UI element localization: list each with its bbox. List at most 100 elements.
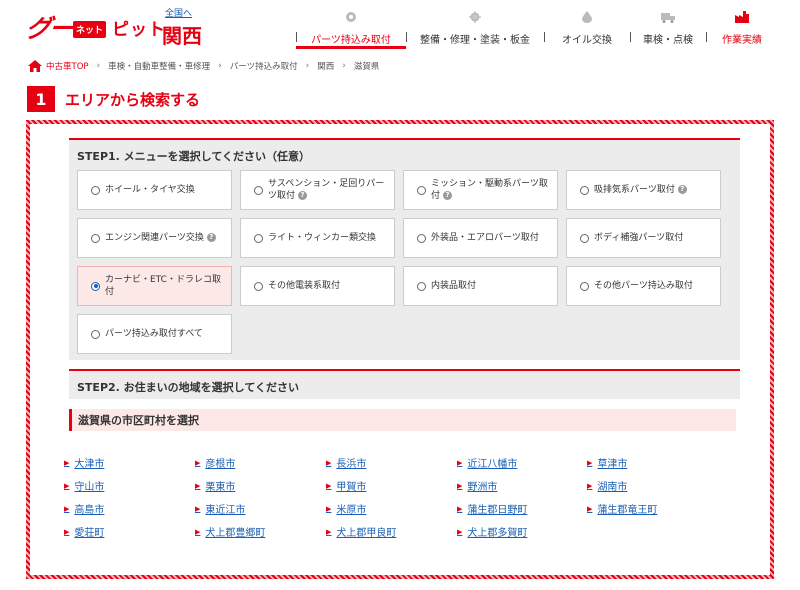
- city-link[interactable]: ▶ 長浜市: [326, 455, 367, 471]
- option-label: カーナビ・ETC・ドラレコ取付: [105, 274, 221, 297]
- city-name: 蒲生郡日野町: [467, 505, 528, 516]
- radio-button[interactable]: [254, 281, 263, 291]
- radio-button[interactable]: [91, 185, 100, 195]
- help-icon[interactable]: ?: [206, 233, 216, 242]
- menu-option-other-parts[interactable]: その他パーツ持込み取付: [566, 266, 721, 306]
- main-nav: パーツ持込み取付 整備・修理・塗装・板金 オイル交換 車検・点検 作業実績: [296, 8, 778, 49]
- breadcrumb-top[interactable]: 中古車TOP: [46, 60, 89, 72]
- radio-button[interactable]: [254, 233, 263, 243]
- chevron-right-icon: ›: [96, 61, 101, 71]
- area-search-panel: STEP1. メニューを選択してください（任意） ホイール・タイヤ交換 サスペン…: [26, 120, 774, 579]
- radio-button[interactable]: [417, 233, 426, 243]
- option-text: エンジン関連パーツ交換: [105, 232, 204, 243]
- city-link[interactable]: ▶ 甲賀市: [326, 478, 366, 494]
- arrow-right-icon: ▶: [64, 527, 70, 536]
- arrow-right-icon: ▶: [457, 504, 463, 513]
- radio-button[interactable]: [417, 281, 426, 291]
- menu-option-wheel-tire[interactable]: ホイール・タイヤ交換: [77, 170, 232, 210]
- section-number-badge: 1: [27, 86, 55, 112]
- nav-repair[interactable]: 整備・修理・塗装・板金: [406, 8, 544, 48]
- city-name: 栗東市: [205, 482, 236, 493]
- arrow-right-icon: ▶: [326, 458, 332, 467]
- help-icon[interactable]: ?: [443, 191, 453, 200]
- city-name: 米原市: [336, 505, 367, 516]
- step1-title: STEP1. メニューを選択してください（任意）: [77, 150, 311, 163]
- radio-button[interactable]: [91, 329, 100, 339]
- city-link[interactable]: ▶ 草津市: [587, 455, 628, 471]
- option-label: ボディ補強パーツ取付: [594, 232, 684, 243]
- city-link[interactable]: ▶ 大津市: [64, 455, 104, 471]
- breadcrumb: 中古車TOP › 車検・自動車整備・車修理 › パーツ持込み取付 › 関西 › …: [28, 59, 379, 73]
- breadcrumb-maintenance[interactable]: 車検・自動車整備・車修理: [108, 60, 210, 72]
- oil-drop-icon: [580, 10, 594, 24]
- option-label: ホイール・タイヤ交換: [105, 184, 195, 195]
- chevron-right-icon: ›: [305, 61, 310, 71]
- arrow-right-icon: ▶: [195, 504, 201, 513]
- city-link[interactable]: ▶ 野洲市: [457, 478, 498, 494]
- goo-net-pit-logo[interactable]: グー ネット ピット: [24, 10, 167, 44]
- city-name: 草津市: [597, 459, 628, 470]
- radio-button-checked[interactable]: [91, 281, 100, 291]
- city-name: 野洲市: [467, 482, 498, 493]
- radio-button[interactable]: [254, 185, 263, 195]
- option-label: ライト・ウィンカー類交換: [268, 232, 377, 243]
- menu-option-suspension[interactable]: サスペンション・足回りパーツ取付?: [240, 170, 395, 210]
- nationwide-link[interactable]: 全国へ: [162, 6, 212, 19]
- city-link[interactable]: ▶ 愛荘町: [64, 524, 104, 540]
- radio-button[interactable]: [417, 185, 426, 195]
- nav-divider: [406, 32, 407, 42]
- arrow-right-icon: ▶: [195, 527, 201, 536]
- help-icon[interactable]: ?: [677, 185, 687, 194]
- nav-parts-install[interactable]: パーツ持込み取付: [296, 8, 406, 49]
- city-link[interactable]: ▶ 近江八幡市: [457, 455, 517, 471]
- menu-option-body-reinforce[interactable]: ボディ補強パーツ取付: [566, 218, 721, 258]
- nav-inspection[interactable]: 車検・点検: [630, 8, 706, 48]
- menu-option-lights[interactable]: ライト・ウィンカー類交換: [240, 218, 395, 258]
- city-name: 蒲生郡竜王町: [597, 505, 658, 516]
- city-name: 高島市: [74, 505, 105, 516]
- home-icon: [28, 60, 42, 72]
- city-link[interactable]: ▶ 栗東市: [195, 478, 236, 494]
- repair-gear-icon: [468, 10, 482, 24]
- option-label: パーツ持込み取付すべて: [105, 328, 203, 339]
- option-text: サスペンション・足回りパーツ取付: [268, 178, 385, 201]
- city-name: 犬上郡多賀町: [467, 528, 528, 539]
- city-link[interactable]: ▶ 彦根市: [195, 455, 235, 471]
- breadcrumb-parts[interactable]: パーツ持込み取付: [230, 60, 298, 72]
- city-link[interactable]: ▶ 湖南市: [587, 478, 627, 494]
- city-link[interactable]: ▶ 高島市: [64, 501, 105, 517]
- breadcrumb-kansai[interactable]: 関西: [317, 60, 334, 72]
- menu-option-exterior-aero[interactable]: 外装品・エアロパーツ取付: [403, 218, 558, 258]
- arrow-right-icon: ▶: [587, 458, 593, 467]
- menu-option-transmission[interactable]: ミッション・駆動系パーツ取付?: [403, 170, 558, 210]
- city-link[interactable]: ▶ 東近江市: [195, 501, 245, 517]
- menu-option-all-parts[interactable]: パーツ持込み取付すべて: [77, 314, 232, 354]
- logo-goo-text: グー: [24, 14, 74, 43]
- logo-pit-text: ピット: [112, 19, 167, 40]
- menu-option-engine[interactable]: エンジン関連パーツ交換?: [77, 218, 232, 258]
- city-link[interactable]: ▶ 守山市: [64, 478, 104, 494]
- nav-oil-change[interactable]: オイル交換: [544, 8, 630, 48]
- section-heading: 1 エリアから検索する: [27, 86, 200, 112]
- city-name: 長浜市: [336, 459, 367, 470]
- arrow-right-icon: ▶: [64, 458, 70, 467]
- radio-button[interactable]: [91, 233, 100, 243]
- menu-option-interior[interactable]: 内装品取付: [403, 266, 558, 306]
- help-icon[interactable]: ?: [298, 191, 308, 200]
- city-link[interactable]: ▶ 犬上郡多賀町: [457, 524, 528, 540]
- city-link[interactable]: ▶ 蒲生郡日野町: [457, 501, 528, 517]
- step2-title: STEP2. お住まいの地域を選択してください: [77, 381, 300, 394]
- city-link[interactable]: ▶ 蒲生郡竜王町: [587, 501, 658, 517]
- nav-work-record[interactable]: 作業実績: [706, 8, 778, 48]
- city-link[interactable]: ▶ 米原市: [326, 501, 367, 517]
- menu-option-navi-etc-dashcam[interactable]: カーナビ・ETC・ドラレコ取付: [77, 266, 232, 306]
- city-link[interactable]: ▶ 犬上郡甲良町: [326, 524, 396, 540]
- radio-button[interactable]: [580, 281, 589, 291]
- city-link[interactable]: ▶ 犬上郡豊郷町: [195, 524, 265, 540]
- radio-button[interactable]: [580, 233, 589, 243]
- radio-button[interactable]: [580, 185, 589, 195]
- arrow-right-icon: ▶: [457, 527, 463, 536]
- menu-option-other-electrical[interactable]: その他電装系取付: [240, 266, 395, 306]
- step1-menu-panel: STEP1. メニューを選択してください（任意） ホイール・タイヤ交換 サスペン…: [69, 138, 740, 360]
- menu-option-intake-exhaust[interactable]: 吸排気系パーツ取付?: [566, 170, 721, 210]
